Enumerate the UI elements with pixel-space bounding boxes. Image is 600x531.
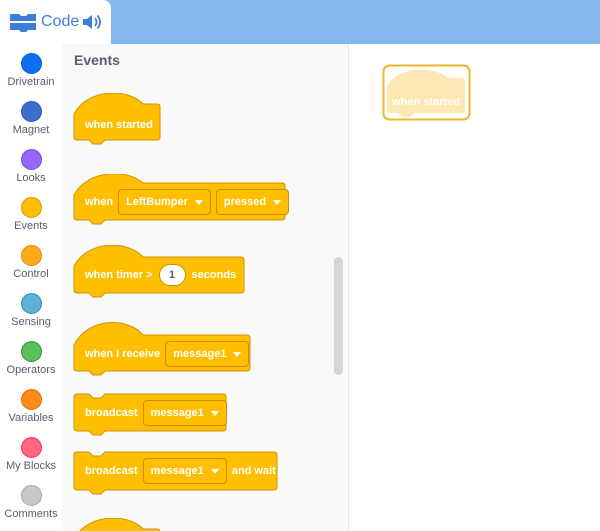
block-when-controller-pressed[interactable]: when LeftBumper pressed [73, 174, 290, 228]
message-dropdown[interactable]: message1 [142, 400, 227, 426]
message-dropdown[interactable]: message1 [165, 341, 250, 367]
category-events[interactable]: Events [0, 188, 62, 236]
category-dot [20, 341, 42, 362]
category-dot [20, 101, 42, 122]
category-label: Looks [16, 172, 46, 184]
category-label: Variables [8, 412, 54, 424]
block-partial-hat[interactable] [73, 518, 163, 531]
category-label: Comments [4, 508, 58, 520]
category-dot [20, 197, 42, 218]
chevron-down-icon [194, 199, 203, 205]
category-variables[interactable]: Variables [0, 380, 62, 428]
category-my-blocks[interactable]: My Blocks [0, 428, 62, 476]
tab-code[interactable]: Code [0, 0, 111, 44]
chevron-down-icon [273, 199, 282, 205]
category-label: Drivetrain [7, 76, 55, 88]
blocks-flyout: Events when started when LeftBumper pres… [62, 44, 349, 531]
message-dropdown[interactable]: message1 [142, 458, 227, 484]
category-dot [20, 389, 42, 410]
block-label: broadcast [85, 407, 138, 419]
code-blocks-icon [10, 14, 36, 32]
controller-button-dropdown[interactable]: LeftBumper [118, 189, 211, 215]
block-label: broadcast [85, 465, 138, 477]
speaker-icon[interactable] [82, 13, 102, 31]
ghost-when-started-block[interactable]: when started [382, 64, 472, 122]
category-label: Sensing [11, 316, 51, 328]
block-broadcast-and-wait[interactable]: broadcast message1 and wait [73, 451, 283, 497]
category-label: My Blocks [5, 460, 57, 472]
top-bar: Code [0, 0, 600, 44]
category-dot [20, 485, 42, 506]
chevron-down-icon [210, 468, 219, 474]
category-dot [20, 149, 42, 170]
block-label: seconds [191, 269, 237, 281]
block-label: when started [85, 119, 153, 131]
block-label: when I receive [85, 348, 161, 360]
category-label: Control [13, 268, 49, 280]
code-workspace[interactable]: when started [350, 44, 600, 531]
dropdown-value: message1 [173, 348, 227, 360]
block-label: and wait [231, 465, 276, 477]
flyout-scrollbar[interactable] [334, 257, 343, 375]
category-dot [20, 245, 42, 266]
category-label: Magnet [12, 124, 50, 136]
dropdown-value: message1 [150, 465, 204, 477]
block-when-i-receive[interactable]: when I receive message1 [73, 322, 253, 378]
category-comments[interactable]: Comments [0, 476, 62, 524]
block-broadcast[interactable]: broadcast message1 [73, 393, 233, 437]
dropdown-value: message1 [150, 407, 204, 419]
block-when-timer[interactable]: when timer > 1 seconds [73, 245, 248, 299]
category-label: Events [14, 220, 48, 232]
category-operators[interactable]: Operators [0, 332, 62, 380]
hat-block-shape [79, 518, 161, 531]
category-menu: Drivetrain Magnet Looks Events Control S… [0, 44, 62, 531]
category-dot [20, 293, 42, 314]
category-dot [20, 437, 42, 458]
timer-seconds-input[interactable]: 1 [158, 264, 186, 286]
chevron-down-icon [210, 410, 219, 416]
category-label: Operators [6, 364, 56, 376]
category-looks[interactable]: Looks [0, 140, 62, 188]
tab-code-label: Code [41, 13, 80, 30]
dropdown-value: LeftBumper [126, 196, 188, 208]
category-magnet[interactable]: Magnet [0, 92, 62, 140]
dropdown-value: pressed [223, 196, 267, 208]
category-drivetrain[interactable]: Drivetrain [0, 44, 62, 92]
category-control[interactable]: Control [0, 236, 62, 284]
chevron-down-icon [233, 351, 242, 357]
ghost-block-label: when started [392, 96, 460, 108]
block-label: when [85, 196, 114, 208]
block-when-started[interactable]: when started [73, 93, 163, 147]
category-dot [20, 53, 42, 74]
flyout-title: Events [74, 52, 120, 68]
category-sensing[interactable]: Sensing [0, 284, 62, 332]
block-label: when timer > [85, 269, 153, 281]
press-action-dropdown[interactable]: pressed [215, 189, 290, 215]
